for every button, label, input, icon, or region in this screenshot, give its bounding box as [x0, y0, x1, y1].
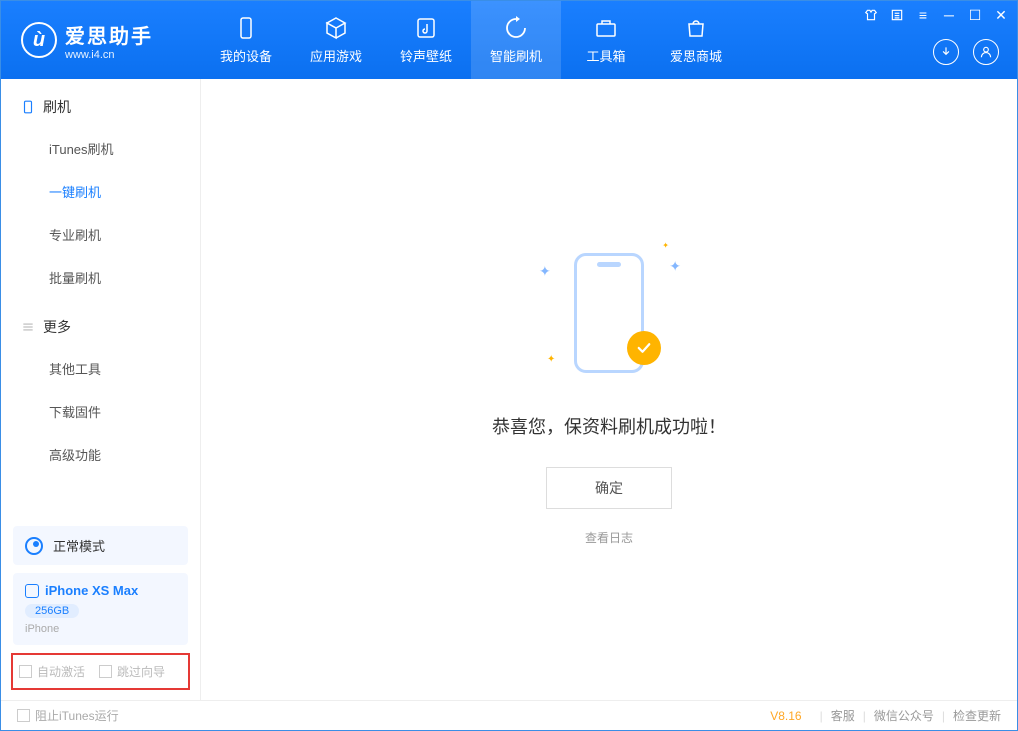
sidebar-item-advanced[interactable]: 高级功能	[1, 433, 200, 476]
success-illustration: ✦ ✦ ✦ ✦	[529, 233, 689, 393]
footer-link-update[interactable]: 检查更新	[953, 707, 1001, 724]
footer-link-wechat[interactable]: 微信公众号	[874, 707, 934, 724]
device-icon	[234, 16, 258, 40]
list-icon[interactable]	[887, 5, 907, 25]
check-badge-icon	[627, 331, 661, 365]
device-small-icon	[25, 584, 39, 598]
tab-label: 工具箱	[586, 46, 625, 65]
separator: |	[820, 709, 823, 723]
sidebar-section-more: 更多	[1, 317, 200, 347]
app-title: 爱思助手	[65, 20, 153, 49]
mode-label: 正常模式	[53, 536, 105, 555]
view-log-link[interactable]: 查看日志	[585, 529, 633, 546]
version-label: V8.16	[770, 709, 801, 723]
checkbox-label: 阻止iTunes运行	[35, 707, 119, 724]
options-highlight-box: 自动激活 跳过向导	[11, 653, 190, 690]
checkbox-skip-guide[interactable]: 跳过向导	[99, 663, 165, 680]
sidebar-item-download-firmware[interactable]: 下载固件	[1, 390, 200, 433]
shop-icon	[684, 16, 708, 40]
success-message: 恭喜您，保资料刷机成功啦！	[492, 413, 726, 439]
tab-label: 铃声壁纸	[400, 46, 452, 65]
mode-icon	[25, 537, 43, 555]
section-title: 更多	[43, 317, 71, 337]
tab-smart-flash[interactable]: 智能刷机	[471, 1, 561, 79]
app-header: ù 爱思助手 www.i4.cn 我的设备 应用游戏 铃声壁纸 智能刷机 工具箱	[1, 1, 1017, 79]
tab-ringtone-wallpaper[interactable]: 铃声壁纸	[381, 1, 471, 79]
minimize-button[interactable]: ─	[939, 5, 959, 25]
menu-lines-icon	[21, 320, 35, 334]
cube-icon	[324, 16, 348, 40]
user-icon[interactable]	[973, 39, 999, 65]
window-controls: ≡ ─ ☐ ✕	[861, 5, 1011, 25]
tab-shop[interactable]: 爱思商城	[651, 1, 741, 79]
maximize-button[interactable]: ☐	[965, 5, 985, 25]
tab-my-device[interactable]: 我的设备	[201, 1, 291, 79]
checkbox-auto-activate[interactable]: 自动激活	[19, 663, 85, 680]
section-title: 刷机	[43, 97, 71, 117]
sparkle-icon: ✦	[539, 263, 551, 280]
footer-link-support[interactable]: 客服	[831, 707, 855, 724]
phone-icon	[21, 100, 35, 114]
tab-label: 应用游戏	[310, 46, 362, 65]
close-button[interactable]: ✕	[991, 5, 1011, 25]
tab-label: 智能刷机	[490, 46, 542, 65]
download-icon[interactable]	[933, 39, 959, 65]
separator: |	[863, 709, 866, 723]
music-icon	[414, 16, 438, 40]
sidebar-item-pro-flash[interactable]: 专业刷机	[1, 213, 200, 256]
tab-label: 我的设备	[220, 46, 272, 65]
menu-icon[interactable]: ≡	[913, 5, 933, 25]
sparkle-icon: ✦	[662, 241, 669, 250]
device-name: iPhone XS Max	[45, 583, 138, 598]
mode-card[interactable]: 正常模式	[13, 526, 188, 565]
checkbox-icon	[99, 665, 112, 678]
refresh-icon	[504, 16, 528, 40]
tab-toolbox[interactable]: 工具箱	[561, 1, 651, 79]
checkbox-label: 跳过向导	[117, 663, 165, 680]
shirt-icon[interactable]	[861, 5, 881, 25]
checkbox-icon	[19, 665, 32, 678]
nav-tabs: 我的设备 应用游戏 铃声壁纸 智能刷机 工具箱 爱思商城	[201, 1, 741, 79]
sidebar-section-flash: 刷机	[1, 97, 200, 127]
logo-icon: ù	[21, 22, 57, 58]
checkbox-icon	[17, 709, 30, 722]
logo-area: ù 爱思助手 www.i4.cn	[1, 20, 201, 61]
sidebar: 刷机 iTunes刷机 一键刷机 专业刷机 批量刷机 更多 其他工具 下载固件 …	[1, 79, 201, 700]
separator: |	[942, 709, 945, 723]
ok-button[interactable]: 确定	[546, 467, 672, 509]
toolbox-icon	[594, 16, 618, 40]
device-capacity: 256GB	[25, 604, 79, 618]
sidebar-item-itunes-flash[interactable]: iTunes刷机	[1, 127, 200, 170]
checkbox-block-itunes[interactable]: 阻止iTunes运行	[17, 707, 119, 724]
sidebar-item-other-tools[interactable]: 其他工具	[1, 347, 200, 390]
tab-label: 爱思商城	[670, 46, 722, 65]
sparkle-icon: ✦	[547, 354, 555, 365]
checkbox-label: 自动激活	[37, 663, 85, 680]
device-card[interactable]: iPhone XS Max 256GB iPhone	[13, 573, 188, 645]
sparkle-icon: ✦	[669, 258, 681, 275]
sidebar-item-onekey-flash[interactable]: 一键刷机	[1, 170, 200, 213]
footer: 阻止iTunes运行 V8.16 | 客服 | 微信公众号 | 检查更新	[1, 700, 1017, 730]
tab-apps-games[interactable]: 应用游戏	[291, 1, 381, 79]
app-subtitle: www.i4.cn	[65, 49, 153, 61]
device-type: iPhone	[25, 623, 176, 635]
main-content: ✦ ✦ ✦ ✦ 恭喜您，保资料刷机成功啦！ 确定 查看日志	[201, 79, 1017, 700]
sidebar-item-batch-flash[interactable]: 批量刷机	[1, 256, 200, 299]
